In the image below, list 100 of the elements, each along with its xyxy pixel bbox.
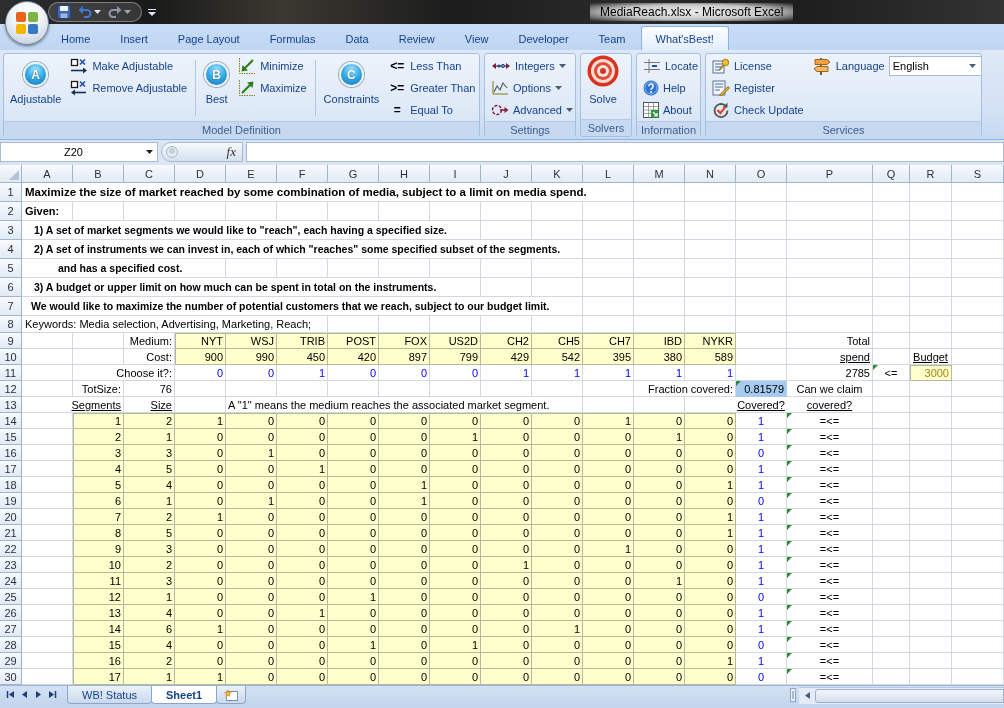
row-header[interactable]: 15 [0,429,22,445]
ribbon-tab[interactable]: Developer [503,26,584,50]
column-header[interactable]: R [910,165,952,183]
ribbon-tab[interactable]: Team [583,26,641,50]
row-header[interactable]: 10 [0,349,22,365]
ribbon-button[interactable]: Advanced [488,99,576,121]
undo-button[interactable] [76,3,103,21]
ribbon-button[interactable]: = Equal To [385,99,479,121]
column-header[interactable]: D [175,165,226,183]
ribbon-button[interactable]: >= Greater Than [385,77,479,99]
ribbon-button[interactable]: About [640,99,702,121]
row-header[interactable]: 8 [0,316,22,333]
reach-cell: 0 [634,653,685,669]
segment-cell: 7 [73,509,124,525]
row-header[interactable]: 29 [0,653,22,669]
scroll-thumb[interactable] [815,688,1004,703]
ribbon-button[interactable]: Remove Adjustable [67,77,191,99]
ribbon-button[interactable]: Make Adjustable [67,55,191,77]
reach-cell: 0 [685,461,736,477]
column-header[interactable]: A [22,165,73,183]
ribbon-button[interactable]: Minimize [235,55,310,77]
row-header[interactable]: 1 [0,183,22,202]
ribbon-tab[interactable]: Formulas [254,26,331,50]
row-header[interactable]: 21 [0,525,22,541]
row-header[interactable]: 24 [0,573,22,589]
letter-circle-icon: B [204,62,230,87]
ribbon-button[interactable]: Help [640,77,702,99]
row-header[interactable]: 5 [0,259,22,278]
column-header[interactable]: P [787,165,873,183]
column-header[interactable]: O [736,165,787,183]
row-header[interactable]: 11 [0,365,22,381]
ribbon-tab[interactable]: View [449,26,504,50]
row-header[interactable]: 19 [0,493,22,509]
caret-icon [124,10,131,14]
column-header[interactable]: I [430,165,481,183]
row-header[interactable]: 22 [0,541,22,557]
ribbon-button[interactable]: Maximize [235,77,310,99]
ribbon-button[interactable]: Integers [488,55,576,77]
ribbon-tab[interactable]: Insert [105,26,163,50]
row-header[interactable]: 14 [0,413,22,429]
column-header[interactable]: B [73,165,124,183]
function-button[interactable]: fx [224,144,238,160]
ribbon-button[interactable]: Options [488,77,576,99]
horizontal-scrollbar[interactable] [799,686,1004,704]
ribbon-button[interactable]: Check Update [709,99,807,121]
ribbon-button[interactable]: <= Less Than [385,55,479,77]
row-header[interactable]: 3 [0,221,22,240]
row-header[interactable]: 6 [0,278,22,297]
ribbon-button[interactable]: Register [709,77,807,99]
row-header[interactable]: 27 [0,621,22,637]
row-header[interactable]: 18 [0,477,22,493]
ribbon-button[interactable]: Solve [584,54,622,106]
ribbon-tab[interactable]: What'sBest! [640,26,729,50]
column-header[interactable]: L [583,165,634,183]
row-header[interactable]: 30 [0,669,22,685]
column-header[interactable]: N [685,165,736,183]
column-header[interactable]: G [328,165,379,183]
ribbon-button[interactable]: B Best [201,54,233,106]
column-header[interactable]: E [226,165,277,183]
ribbon-tab[interactable]: Review [383,26,450,50]
row-header[interactable]: 12 [0,381,22,397]
ribbon-tab[interactable]: Page Layout [162,26,255,50]
ribbon-button[interactable]: License [709,55,807,77]
sheet-tab[interactable]: Sheet1 [151,686,218,704]
row-header[interactable]: 7 [0,297,22,316]
formula-field[interactable] [246,142,1004,162]
column-header[interactable]: H [379,165,430,183]
row-header[interactable]: 28 [0,637,22,653]
description-text: 1) A set of market segments we would like to "reach", each having a specified size. [32,221,449,239]
column-header[interactable]: Q [873,165,910,183]
row-header[interactable]: 20 [0,509,22,525]
row-header[interactable]: 2 [0,202,22,221]
save-button[interactable] [55,3,73,21]
row-header[interactable]: 13 [0,397,22,413]
ribbon-button[interactable]: C Constraints [320,54,383,106]
column-header[interactable]: C [124,165,175,183]
insert-sheet-button[interactable] [216,686,247,704]
redo-button[interactable] [106,3,133,21]
row-header[interactable]: 26 [0,605,22,621]
ribbon-tab[interactable]: Data [330,26,384,50]
ribbon-button[interactable]: Locate [640,55,702,77]
column-header[interactable]: S [952,165,1004,183]
ribbon-button[interactable]: A Adjustable [7,54,65,106]
row-header[interactable]: 25 [0,589,22,605]
row-header[interactable]: 9 [0,333,22,349]
row-header[interactable]: 17 [0,461,22,477]
column-header[interactable]: J [481,165,532,183]
language-dropdown[interactable]: English [888,56,982,76]
column-header[interactable]: F [277,165,328,183]
name-box[interactable]: Z20 [0,142,158,162]
row-header[interactable]: 16 [0,445,22,461]
sheet-tab[interactable]: WB! Status [67,686,153,704]
column-header[interactable]: K [532,165,583,183]
row-header[interactable]: 23 [0,557,22,573]
ribbon-tab[interactable]: Home [46,26,106,50]
row-header[interactable]: 4 [0,240,22,259]
reach-cell: 0 [685,573,736,589]
caret-icon [968,64,976,68]
column-header[interactable]: M [634,165,685,183]
reach-cell: 0 [634,541,685,557]
